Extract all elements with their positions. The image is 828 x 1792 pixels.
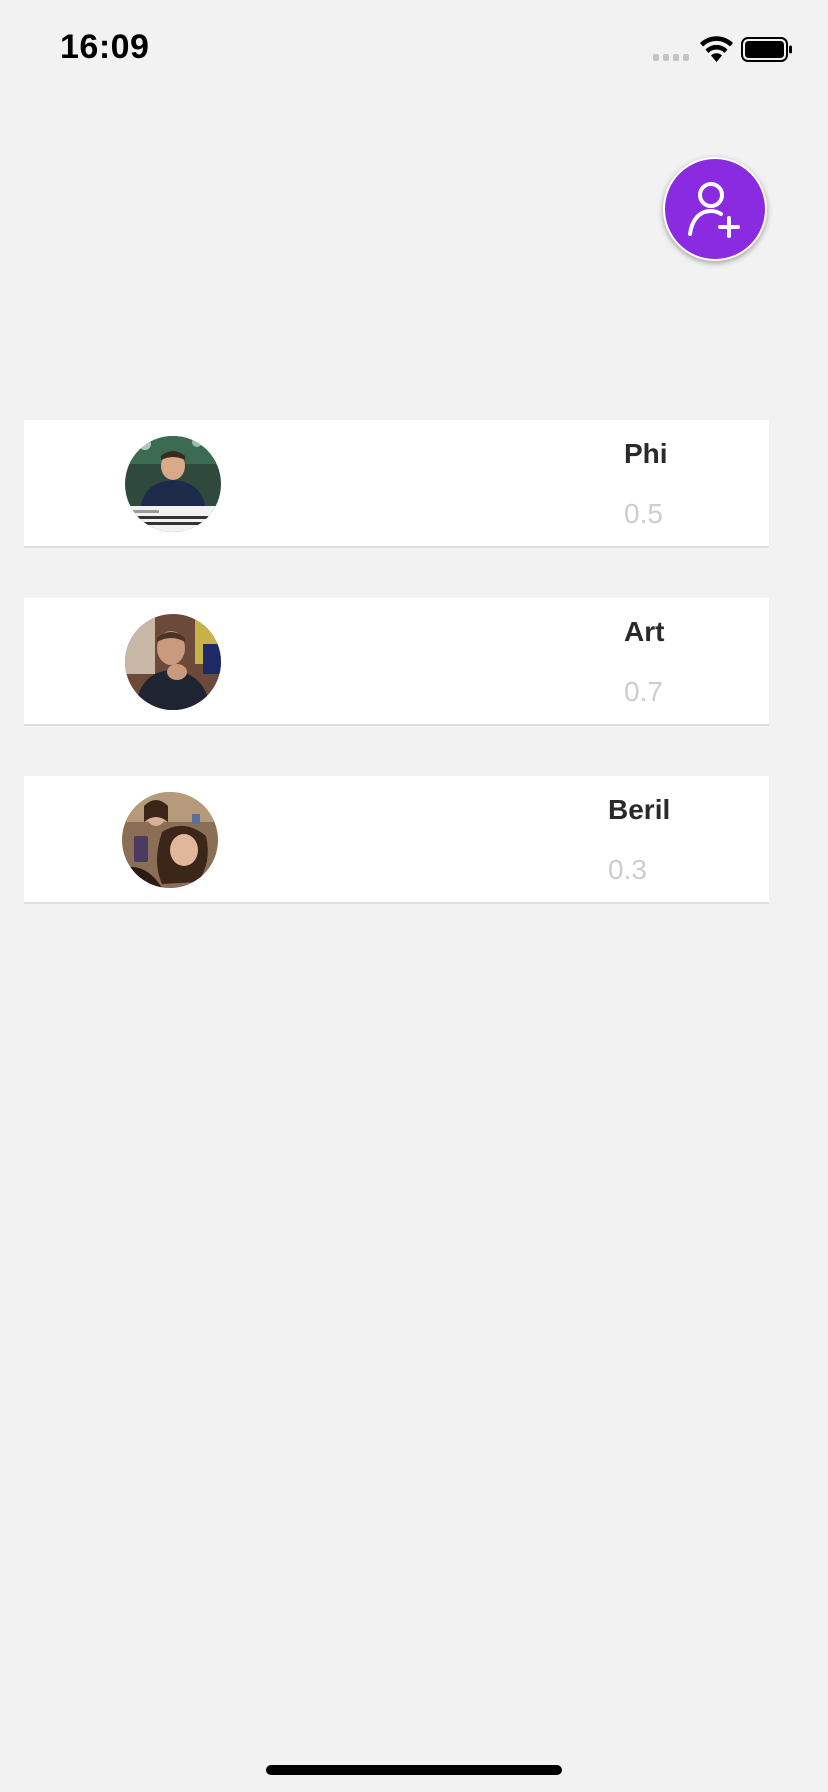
add-user-button[interactable] [663, 157, 767, 261]
status-time: 16:09 [60, 28, 150, 66]
list-item[interactable]: Beril 0.3 [24, 776, 769, 904]
avatar [125, 436, 221, 532]
battery-icon [741, 37, 792, 62]
avatar [122, 792, 218, 888]
list-item[interactable]: Art 0.7 [24, 598, 769, 726]
person-value: 0.3 [608, 854, 647, 885]
person-value: 0.5 [624, 498, 663, 529]
avatar [125, 614, 221, 710]
person-name: Beril [608, 794, 671, 825]
signal-icon [653, 54, 689, 61]
list-item[interactable]: Phi 0.5 [24, 420, 769, 548]
screen: 16:09 Phi 0.5 Art 0.7 Beril 0.3 [0, 0, 828, 1792]
person-value: 0.7 [624, 676, 663, 707]
person-name: Phi [624, 438, 668, 469]
home-indicator[interactable] [266, 1765, 562, 1775]
status-bar: 16:09 [0, 0, 828, 100]
wifi-icon [700, 36, 733, 62]
add-user-icon [688, 182, 740, 238]
person-name: Art [624, 616, 665, 647]
